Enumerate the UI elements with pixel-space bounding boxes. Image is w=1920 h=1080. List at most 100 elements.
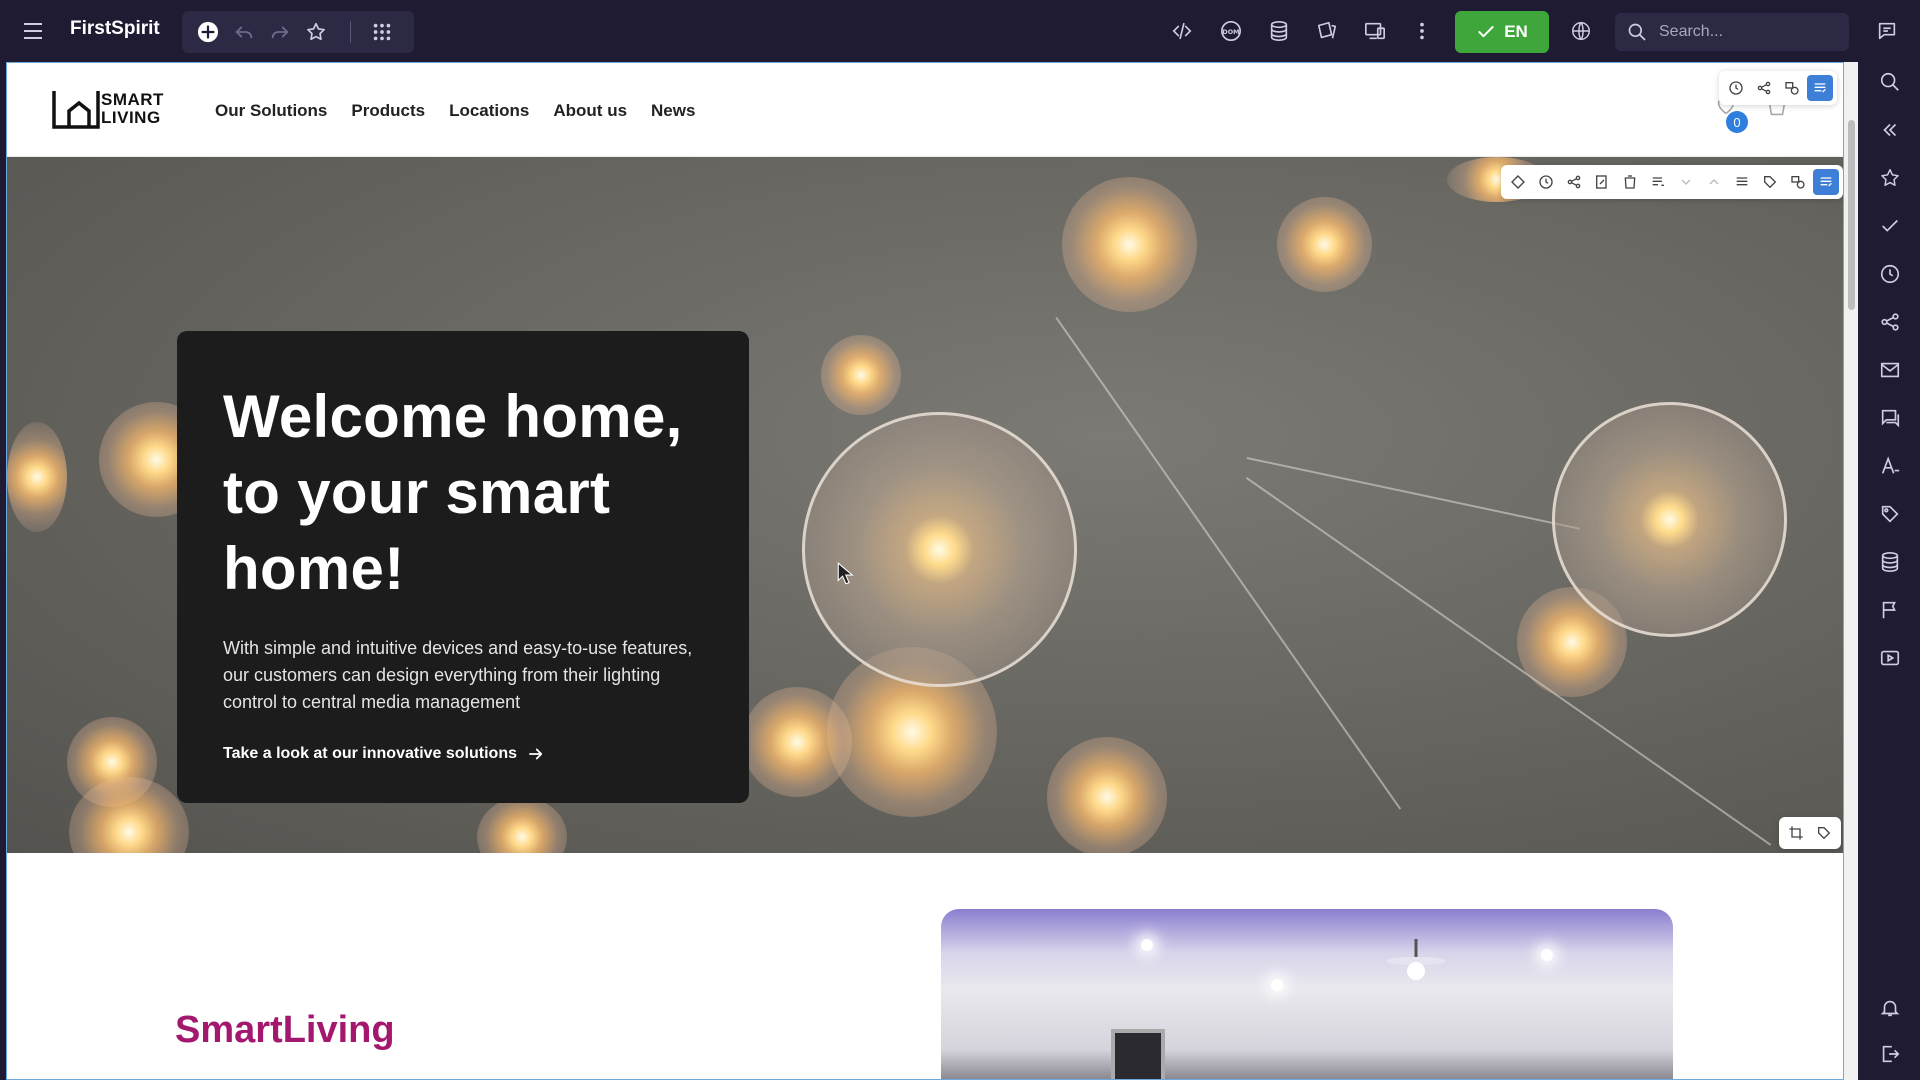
- dom-icon[interactable]: DOM: [1215, 15, 1247, 47]
- devices-icon[interactable]: [1359, 15, 1391, 47]
- pages-icon[interactable]: [1311, 15, 1343, 47]
- arrow-right-icon: [529, 748, 543, 760]
- light-bulb: [1047, 737, 1167, 853]
- flag-icon[interactable]: [1874, 594, 1906, 626]
- page-preview-frame: SMART LIVING Our Solutions Products Locat…: [6, 62, 1844, 1080]
- crop-icon[interactable]: [1783, 820, 1809, 846]
- hero-edit-toolbar: [1501, 165, 1843, 199]
- svg-text:DOM: DOM: [1222, 28, 1239, 36]
- translate-icon[interactable]: [1874, 450, 1906, 482]
- app-top-bar: FirstSpirit DOM EN: [0, 0, 1920, 62]
- move-down-icon[interactable]: [1673, 169, 1699, 195]
- star-icon[interactable]: [1874, 162, 1906, 194]
- database-icon[interactable]: [1874, 546, 1906, 578]
- history-icon[interactable]: [1723, 75, 1749, 101]
- decorative-wire: [1055, 317, 1402, 810]
- hero-cta-label: Take a look at our innovative solutions: [223, 745, 517, 762]
- edit-content-icon[interactable]: [1813, 169, 1839, 195]
- ceiling-light: [1541, 949, 1553, 961]
- check-icon[interactable]: [1874, 210, 1906, 242]
- hero-title: Welcome home, to your smart home!: [223, 383, 683, 602]
- nav-news[interactable]: News: [651, 101, 695, 121]
- history-icon[interactable]: [1533, 169, 1559, 195]
- history-icon[interactable]: [1874, 258, 1906, 290]
- structure-icon[interactable]: [1785, 169, 1811, 195]
- database-icon[interactable]: [1263, 15, 1295, 47]
- language-release-button[interactable]: EN: [1455, 11, 1549, 53]
- right-side-rail: [1860, 62, 1920, 1080]
- glass-globe-bulb: [802, 412, 1077, 687]
- decorative-wire: [1246, 457, 1580, 530]
- add-icon[interactable]: [192, 16, 224, 48]
- comments-icon[interactable]: [1874, 402, 1906, 434]
- language-label: EN: [1504, 22, 1528, 41]
- wall-picture: [1111, 1029, 1165, 1079]
- mouse-pointer-icon: [837, 561, 854, 585]
- smart-living-logo[interactable]: SMART LIVING: [51, 85, 177, 131]
- share-icon[interactable]: [1751, 75, 1777, 101]
- light-bulb: [1277, 197, 1372, 292]
- tags-icon[interactable]: [1811, 820, 1837, 846]
- redo-icon[interactable]: [264, 16, 296, 48]
- tags-icon[interactable]: [1757, 169, 1783, 195]
- light-bulb: [1062, 177, 1197, 312]
- star-icon[interactable]: [300, 16, 332, 48]
- cart-count-badge: 0: [1726, 111, 1748, 133]
- main-navigation: Our Solutions Products Locations About u…: [215, 101, 695, 121]
- ceiling-light: [1141, 939, 1153, 951]
- tags-icon[interactable]: [1874, 498, 1906, 530]
- list-edit-icon[interactable]: [1645, 169, 1671, 195]
- house-logo-icon: [52, 91, 100, 129]
- hero-cta-link[interactable]: Take a look at our innovative solutions: [223, 745, 545, 763]
- preview-scrollbar-thumb[interactable]: [1848, 120, 1855, 310]
- ceiling-fan-icon: [1386, 939, 1446, 980]
- glass-globe-bulb: [1552, 402, 1787, 637]
- hero-description: With simple and intuitive devices and ea…: [223, 638, 693, 712]
- header-edit-toolbar: [1719, 71, 1837, 105]
- share-icon[interactable]: [1874, 306, 1906, 338]
- code-icon[interactable]: [1166, 15, 1198, 47]
- mail-icon[interactable]: [1874, 354, 1906, 386]
- list-icon[interactable]: [1729, 169, 1755, 195]
- hero-section: Welcome home, to your smart home! With s…: [7, 157, 1843, 853]
- delete-icon[interactable]: [1617, 169, 1643, 195]
- move-icon[interactable]: [1505, 169, 1531, 195]
- move-up-icon[interactable]: [1701, 169, 1727, 195]
- video-icon[interactable]: [1874, 642, 1906, 674]
- nav-locations[interactable]: Locations: [449, 101, 529, 121]
- edit-icon[interactable]: [1589, 169, 1615, 195]
- edit-content-icon[interactable]: [1807, 75, 1833, 101]
- light-bulb: [821, 335, 901, 415]
- check-icon: [1478, 26, 1494, 38]
- more-vertical-icon[interactable]: [1406, 15, 1438, 47]
- nav-products[interactable]: Products: [351, 101, 425, 121]
- image-edit-toolbar: [1779, 817, 1841, 849]
- living-room-image: [941, 909, 1673, 1079]
- section-title: SmartLiving: [175, 1009, 395, 1051]
- nav-our-solutions[interactable]: Our Solutions: [215, 101, 327, 121]
- chat-icon[interactable]: [1871, 15, 1903, 47]
- light-bulb: [7, 422, 67, 532]
- ceiling-light: [1271, 979, 1283, 991]
- globe-icon[interactable]: [1565, 15, 1597, 47]
- hero-card: Welcome home, to your smart home! With s…: [177, 331, 749, 803]
- apps-grid-icon[interactable]: [366, 16, 398, 48]
- app-title: FirstSpirit: [70, 18, 160, 39]
- search-icon: [1628, 23, 1646, 41]
- share-icon[interactable]: [1561, 169, 1587, 195]
- light-bulb: [477, 797, 567, 853]
- undo-icon[interactable]: [228, 16, 260, 48]
- hamburger-menu-icon[interactable]: [20, 18, 46, 44]
- collapse-icon[interactable]: [1874, 114, 1906, 146]
- toolbar-divider: [350, 21, 351, 43]
- logout-icon[interactable]: [1874, 1038, 1906, 1070]
- search-icon[interactable]: [1874, 66, 1906, 98]
- search-input[interactable]: [1657, 22, 1837, 42]
- nav-about-us[interactable]: About us: [553, 101, 627, 121]
- edit-tool-group: [182, 11, 414, 53]
- global-search[interactable]: [1615, 13, 1849, 51]
- bell-icon[interactable]: [1874, 992, 1906, 1024]
- logo-text: SMART LIVING: [101, 90, 164, 127]
- structure-icon[interactable]: [1779, 75, 1805, 101]
- light-bulb: [742, 687, 852, 797]
